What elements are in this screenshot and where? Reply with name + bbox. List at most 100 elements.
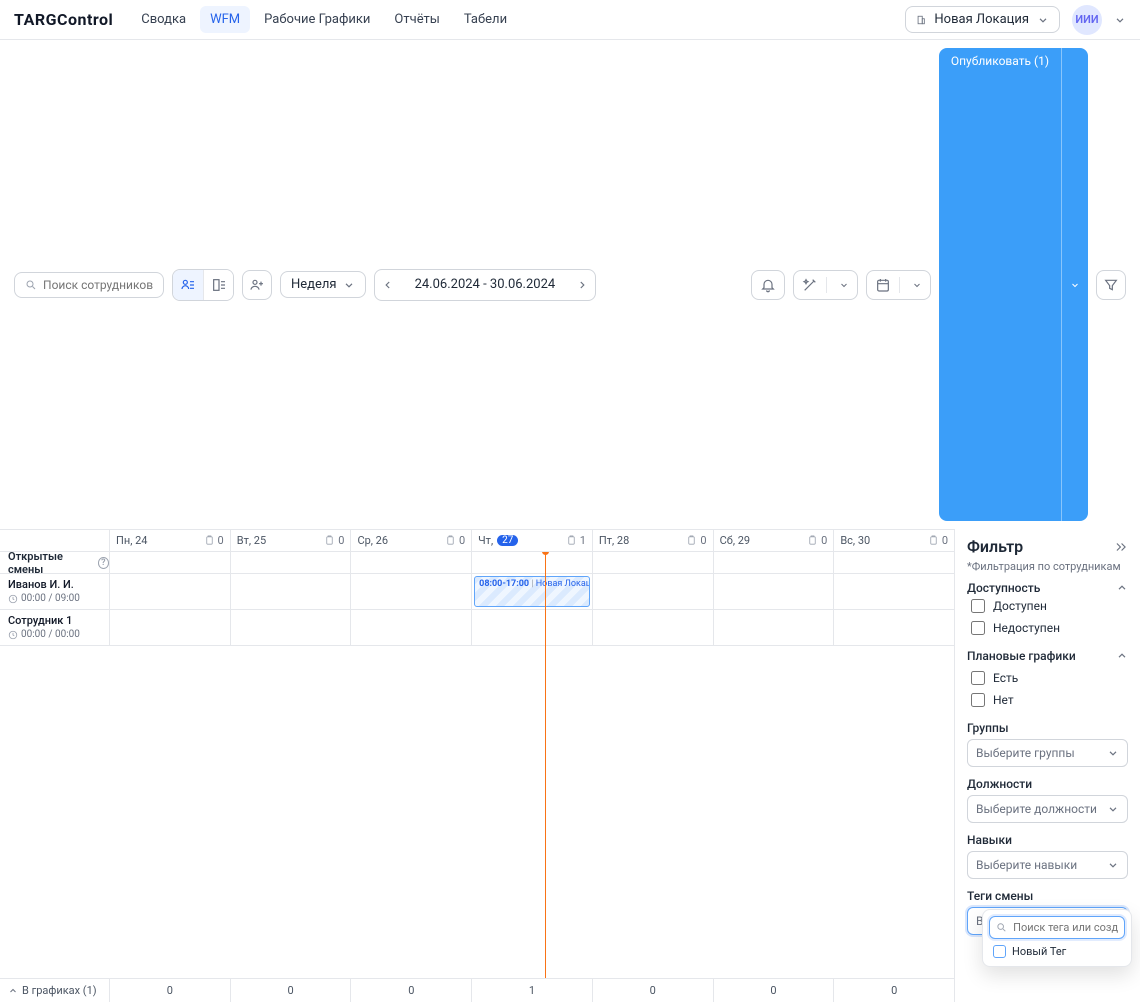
planned-no[interactable]: Нет [967,689,1128,711]
employee-hours: 00:00 / 00:00 [8,629,101,640]
label: Нет [993,693,1014,707]
planned-header[interactable]: Плановые графики [967,649,1128,663]
chevron-right-icon [576,279,588,291]
schedule-cell[interactable] [110,574,231,609]
label: Доступен [993,599,1047,613]
topbar: TARGControl СводкаWFMРабочие ГрафикиОтчё… [0,0,1140,40]
magic-wand-button[interactable] [793,270,858,300]
prev-week-button[interactable] [375,270,401,300]
topbar-right: Новая Локация ИИИ [905,5,1126,35]
schedule-cell[interactable] [110,610,231,645]
search-icon [996,921,1007,934]
footer-expand[interactable]: В графиках (1) [0,979,110,1002]
publish-button[interactable]: Опубликовать (1) [939,48,1061,521]
planned-yes[interactable]: Есть [967,667,1128,689]
schedule-cell[interactable] [834,574,954,609]
schedule-cell[interactable] [351,574,472,609]
chevron-down-icon[interactable] [1114,14,1126,26]
period-select[interactable]: Неделя [280,271,366,298]
location-select[interactable]: Новая Локация [905,6,1060,33]
checkbox-icon [993,945,1006,958]
open-shift-cell[interactable] [714,552,835,573]
notifications-button[interactable] [751,270,785,300]
nav-tab[interactable]: Табели [454,6,517,33]
schedule-cell[interactable] [231,610,352,645]
groups-select[interactable]: Выберите группы [967,739,1128,767]
schedule-cell[interactable] [593,610,714,645]
open-shift-cell[interactable] [472,552,593,573]
shift-block[interactable]: 08:00-17:00 | Новая Локация [474,576,590,607]
schedule-cell[interactable] [351,610,472,645]
view-by-location-button[interactable] [203,270,233,300]
building-icon [916,15,926,25]
open-shifts-cells [110,552,954,573]
skills-section: Навыки Выберите навыки [967,833,1128,879]
nav-tab[interactable]: WFM [200,6,250,33]
next-week-button[interactable] [569,270,595,300]
filter-subtitle: *Фильтрация по сотрудникам [967,560,1128,573]
current-day-badge: 27 [497,535,518,546]
search-input[interactable] [43,278,153,292]
availability-available[interactable]: Доступен [967,595,1128,617]
schedule-cell[interactable]: 08:00-17:00 | Новая Локация [472,574,593,609]
open-shift-cell[interactable] [834,552,954,573]
day-label: Ср, 26 [357,534,388,547]
tags-search-wrapper[interactable] [989,916,1125,939]
open-shift-cell[interactable] [110,552,231,573]
bell-icon [760,277,776,293]
checkbox[interactable] [971,599,985,613]
publish-group: Опубликовать (1) [939,48,1088,521]
checkbox[interactable] [971,621,985,635]
footer-count: 0 [834,979,954,1002]
schedule-days: Пн, 240Вт, 250Ср, 260Чт,271Пт, 280Сб, 29… [110,530,954,551]
availability-unavailable[interactable]: Недоступен [967,617,1128,639]
date-range-label[interactable]: 24.06.2024 - 30.06.2024 [401,277,570,292]
calendar-actions-button[interactable] [866,270,931,300]
skills-select[interactable]: Выберите навыки [967,851,1128,879]
skills-title: Навыки [967,833,1128,847]
schedule-cell[interactable] [593,574,714,609]
nav-tab[interactable]: Рабочие Графики [254,6,380,33]
schedule-cell[interactable] [834,610,954,645]
open-shift-cell[interactable] [231,552,352,573]
tag-option[interactable]: Новый Тег [989,939,1125,960]
wand-icon [802,277,818,293]
schedule-cell[interactable] [714,610,835,645]
day-label: Чт,27 [478,534,518,547]
employee-name: Сотрудник 1 [8,614,101,627]
schedule-cell[interactable] [472,610,593,645]
day-shift-count: 0 [928,534,948,547]
tags-search-input[interactable] [1013,921,1118,934]
schedule-cell[interactable] [714,574,835,609]
toolbar-left: Неделя 24.06.2024 - 30.06.2024 [14,269,596,301]
add-employee-button[interactable] [242,270,272,300]
search-input-wrapper[interactable] [14,272,164,298]
collapse-right-icon[interactable] [1114,540,1128,554]
tags-popover: Новый Тег [982,909,1132,967]
help-icon[interactable]: ? [98,557,109,569]
nav-tab[interactable]: Сводка [131,6,196,33]
positions-select[interactable]: Выберите должности [967,795,1128,823]
open-shift-cell[interactable] [593,552,714,573]
toolbar-right: Опубликовать (1) [751,48,1126,521]
employee-row-head[interactable]: Сотрудник 1 00:00 / 00:00 [0,610,110,645]
nav-tab[interactable]: Отчёты [384,6,449,33]
day-label: Вс, 30 [840,534,870,547]
day-header: Ср, 260 [351,530,472,551]
positions-section: Должности Выберите должности [967,777,1128,823]
footer-count: 0 [593,979,714,1002]
view-by-employee-button[interactable] [173,270,203,300]
open-shift-cell[interactable] [351,552,472,573]
footer-count: 0 [231,979,352,1002]
avatar[interactable]: ИИИ [1072,5,1102,35]
availability-header[interactable]: Доступность [967,581,1128,595]
schedule-cell[interactable] [231,574,352,609]
day-shift-count: 0 [807,534,827,547]
checkbox[interactable] [971,693,985,707]
checkbox[interactable] [971,671,985,685]
employee-row-head[interactable]: Иванов И. И.00:00 / 09:00 [0,574,110,609]
filter-toggle-button[interactable] [1096,270,1126,300]
publish-dropdown[interactable] [1061,48,1088,521]
user-plus-icon [249,277,265,293]
filter-header: Фильтр [967,537,1128,556]
